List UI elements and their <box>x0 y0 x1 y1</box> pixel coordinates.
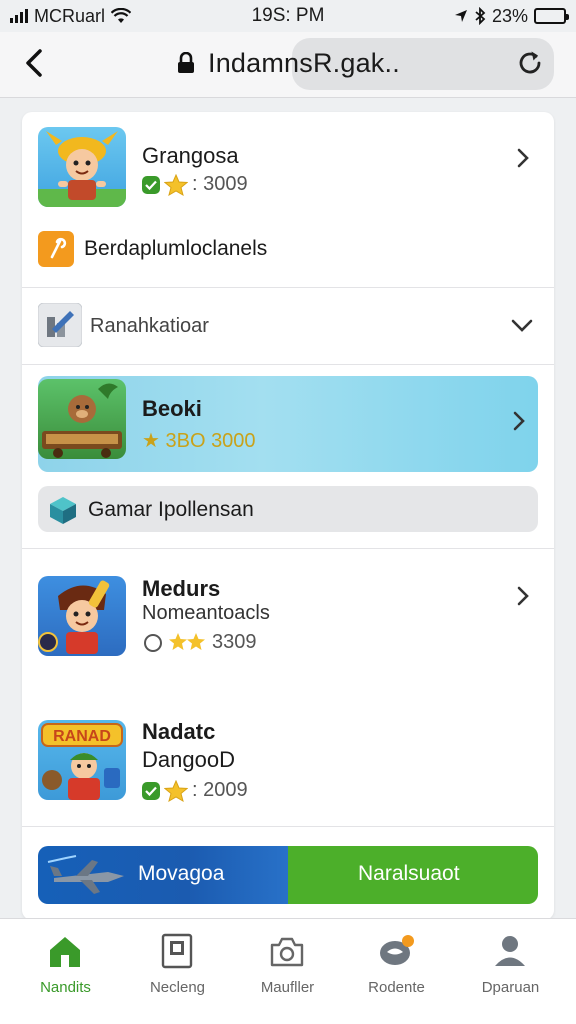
reload-icon[interactable] <box>514 47 546 79</box>
promo-left-label: Movagoa <box>138 862 225 885</box>
cartoon-logo-icon: RANAD <box>41 723 123 800</box>
bottom-tab-bar: Nandits Necleng Maufller Rodente Dparuan <box>0 918 576 1024</box>
home-icon <box>50 937 80 967</box>
tab-necleng[interactable]: Necleng <box>120 919 235 1009</box>
status-right: 23% <box>366 5 569 27</box>
game-title[interactable]: Medurs <box>142 576 220 602</box>
verified-check-icon <box>142 175 160 194</box>
chevron-left-icon[interactable] <box>20 46 50 80</box>
tab-maufller[interactable]: Maufller <box>230 919 345 1009</box>
tab-label: Maufller <box>260 979 315 996</box>
location-arrow-icon <box>454 10 467 22</box>
game-title[interactable]: Grangosa <box>142 143 239 169</box>
game-rating: : 3009 <box>142 173 248 196</box>
status-bar: MCRuarl 19S: PM 23% <box>0 0 576 32</box>
cube-icon <box>50 497 76 524</box>
bluetooth-icon <box>475 7 486 25</box>
airplane-icon <box>47 855 124 894</box>
svg-text:RANAD: RANAD <box>53 728 111 745</box>
clock: 19S: PM <box>251 5 325 26</box>
content-card: Grangosa : 3009 Berdaplumloclanels Ranah… <box>22 112 554 920</box>
controller-outline-icon <box>144 633 162 652</box>
rating-value: : 3009 <box>192 173 248 195</box>
tab-label: Rodente <box>368 979 425 996</box>
tab-label: Necleng <box>149 979 206 996</box>
tab-label: Nandits <box>40 979 91 996</box>
rating-value: 3309 <box>212 631 257 653</box>
game-rating: 3309 <box>142 631 257 654</box>
edit-document-icon <box>38 303 82 347</box>
game-thumbnail-beoki[interactable] <box>38 379 126 459</box>
star-icon <box>164 779 188 802</box>
battery-icon <box>534 8 569 24</box>
person-icon <box>495 936 525 966</box>
link-row-label[interactable]: Berdaplumloclanels <box>84 237 267 261</box>
battery-percent: 23% <box>491 5 528 26</box>
featured-game-score: ★ 3BO 3000 <box>142 430 256 452</box>
divider <box>22 287 554 288</box>
game-title[interactable]: Nadatc <box>142 719 215 745</box>
divider <box>22 826 554 827</box>
game-thumbnail-nadatc[interactable]: RANAD <box>38 720 126 800</box>
game-subtitle: DangooD <box>142 747 235 772</box>
promo-banner: Movagoa Naralsuaot <box>38 846 538 904</box>
divider <box>22 548 554 549</box>
chevron-down-icon[interactable] <box>510 317 534 333</box>
chevron-right-icon[interactable] <box>514 585 532 607</box>
cartoon-hero-icon <box>38 580 110 654</box>
featured-game-title[interactable]: Beoki <box>142 396 202 422</box>
wifi-icon <box>111 8 132 23</box>
verified-check-icon <box>142 781 160 800</box>
game-thumbnail-medurs[interactable] <box>38 576 126 656</box>
star-icon <box>164 173 188 196</box>
category-row-label[interactable]: Gamar Ipollensan <box>88 498 254 522</box>
key-tag-icon <box>38 231 74 267</box>
status-left: MCRuarl <box>10 6 210 27</box>
game-thumbnail-grangosa[interactable] <box>38 127 126 207</box>
address-bar: IndamnsR.gak.. <box>0 32 576 98</box>
phone-card-icon <box>161 933 193 969</box>
tab-home[interactable]: Nandits <box>8 919 123 1009</box>
carrier-label: MCRuarl <box>34 5 106 26</box>
signal-icon <box>10 9 28 23</box>
rating-value: : 2009 <box>192 779 248 801</box>
cartoon-character-icon <box>38 131 126 207</box>
chevron-right-icon[interactable] <box>510 410 528 432</box>
promo-right-label: Naralsuaot <box>358 862 460 885</box>
lock-icon <box>178 52 194 73</box>
game-rating: : 2009 <box>142 779 248 802</box>
chevron-right-icon[interactable] <box>514 147 532 169</box>
tab-label: Dparuan <box>481 979 540 996</box>
promo-banner-right[interactable]: Naralsuaot <box>288 846 538 904</box>
divider <box>22 364 554 365</box>
chat-notification-icon <box>380 935 414 965</box>
stars-icon <box>169 632 205 650</box>
tab-rodente[interactable]: Rodente <box>339 919 454 1009</box>
game-subtitle: Nomeantoacls <box>142 602 270 624</box>
promo-banner-left[interactable]: Movagoa <box>38 846 288 904</box>
section-row-label[interactable]: Ranahkatioar <box>90 315 209 338</box>
url-text[interactable]: IndamnsR.gak.. <box>208 48 400 79</box>
tab-dparuan[interactable]: Dparuan <box>453 919 568 1009</box>
jungle-monkey-icon <box>42 383 122 458</box>
camera-icon <box>270 937 304 967</box>
